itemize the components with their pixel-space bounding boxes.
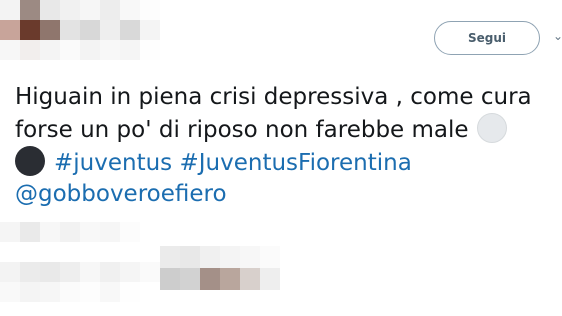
redaction-pixel xyxy=(40,20,60,40)
redaction-pixel xyxy=(40,222,60,242)
tweet-text-line2: forse un po' di riposo non farebbe male xyxy=(15,117,469,143)
tweet-line-2: forse un po' di riposo non farebbe male xyxy=(15,113,555,146)
redaction-pixel xyxy=(240,246,260,268)
redaction-pixel xyxy=(180,246,200,268)
redaction-pixel xyxy=(0,20,20,40)
redaction-pixel xyxy=(220,246,240,268)
redaction-pixel xyxy=(80,262,100,282)
redaction-pixel xyxy=(80,282,100,302)
redaction-pixel xyxy=(180,268,200,290)
redaction-pixel xyxy=(140,20,160,40)
redacted-content-row-3 xyxy=(160,246,280,290)
redaction-pixel xyxy=(160,246,180,268)
redaction-pixel xyxy=(100,40,120,60)
redaction-pixel xyxy=(80,222,100,242)
redaction-pixel xyxy=(140,282,160,302)
follow-button[interactable]: Segui xyxy=(434,21,540,55)
tweet-text: Higuain in piena crisi depressiva , come… xyxy=(15,82,555,210)
redacted-avatar-and-name xyxy=(0,0,160,60)
redaction-pixel xyxy=(0,40,20,60)
redaction-pixel xyxy=(100,0,120,20)
chevron-down-icon[interactable]: ⌄ xyxy=(553,30,562,42)
redacted-content-row-2 xyxy=(0,262,160,302)
redaction-pixel xyxy=(120,262,140,282)
redaction-pixel xyxy=(40,40,60,60)
redaction-pixel xyxy=(40,0,60,20)
redaction-pixel xyxy=(100,222,120,242)
redaction-pixel xyxy=(120,222,140,242)
redaction-pixel xyxy=(40,282,60,302)
redacted-content-row-1 xyxy=(0,222,140,242)
redaction-pixel xyxy=(140,40,160,60)
redaction-pixel xyxy=(80,40,100,60)
hashtag-juventusfiorentina-link[interactable]: #JuventusFiorentina xyxy=(179,150,411,176)
tweet-line-4: @gobboveroefiero xyxy=(15,179,555,210)
redaction-pixel xyxy=(20,20,40,40)
redaction-pixel xyxy=(200,268,220,290)
tweet-line-1: Higuain in piena crisi depressiva , come… xyxy=(15,82,555,113)
redaction-pixel xyxy=(120,0,140,20)
redaction-pixel xyxy=(260,246,280,268)
redaction-pixel xyxy=(80,0,100,20)
redaction-pixel xyxy=(120,282,140,302)
redaction-pixel xyxy=(0,0,20,20)
redaction-pixel xyxy=(60,40,80,60)
redaction-pixel xyxy=(120,20,140,40)
dark-circle-emoji-icon xyxy=(15,146,45,176)
tweet-line-3: #juventus #JuventusFiorentina xyxy=(15,146,555,179)
redaction-pixel xyxy=(80,20,100,40)
redaction-pixel xyxy=(260,268,280,290)
redaction-pixel xyxy=(240,268,260,290)
mention-link[interactable]: @gobboveroefiero xyxy=(15,181,227,207)
redaction-pixel xyxy=(20,262,40,282)
redaction-pixel xyxy=(20,40,40,60)
redaction-pixel xyxy=(140,262,160,282)
redaction-pixel xyxy=(40,262,60,282)
redaction-pixel xyxy=(60,20,80,40)
hashtag-juventus-link[interactable]: #juventus xyxy=(54,150,172,176)
redaction-pixel xyxy=(20,282,40,302)
redaction-pixel xyxy=(0,262,20,282)
tweet-text-line1: Higuain in piena crisi depressiva , come… xyxy=(15,84,532,110)
redaction-pixel xyxy=(0,222,20,242)
redaction-pixel xyxy=(0,282,20,302)
redaction-pixel xyxy=(20,0,40,20)
redaction-pixel xyxy=(60,222,80,242)
redaction-pixel xyxy=(160,268,180,290)
redaction-pixel xyxy=(60,0,80,20)
redaction-pixel xyxy=(100,20,120,40)
redaction-pixel xyxy=(220,268,240,290)
redaction-pixel xyxy=(60,282,80,302)
follow-button-label: Segui xyxy=(467,31,507,45)
redaction-pixel xyxy=(60,262,80,282)
redaction-pixel xyxy=(200,246,220,268)
redaction-pixel xyxy=(100,282,120,302)
redaction-pixel xyxy=(120,40,140,60)
redaction-pixel xyxy=(140,0,160,20)
light-gray-circle-emoji-icon xyxy=(476,113,507,143)
redaction-pixel xyxy=(100,262,120,282)
redaction-pixel xyxy=(20,222,40,242)
